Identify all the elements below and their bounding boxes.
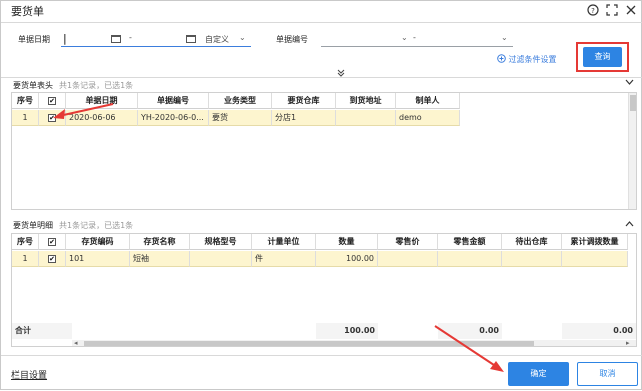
filter-divider — [1, 77, 642, 78]
column-header-select-all[interactable]: ✔ — [39, 234, 66, 250]
column-header[interactable]: 规格型号 — [190, 234, 252, 250]
header-table-scrollbar[interactable] — [628, 93, 636, 209]
row-index: 1 — [12, 251, 39, 267]
column-header[interactable]: 到货地址 — [336, 93, 396, 109]
scrollbar-thumb[interactable] — [630, 95, 636, 111]
column-header[interactable]: 零售价 — [378, 234, 438, 250]
collapse-filter-icon[interactable] — [337, 69, 345, 80]
detail-section-title: 要货单明细 共1条记录，已选1条 — [13, 220, 133, 231]
column-header[interactable]: 计量单位 — [252, 234, 316, 250]
svg-text:?: ? — [591, 7, 595, 15]
column-header[interactable]: 存货编码 — [66, 234, 130, 250]
cell-unit: 件 — [252, 251, 316, 267]
column-header[interactable]: 要货仓库 — [272, 93, 336, 109]
confirm-button[interactable]: 确定 — [508, 362, 569, 386]
cell-address — [336, 110, 396, 126]
total-row: 合计 100.00 0.00 0.00 — [12, 323, 636, 339]
calendar-icon[interactable] — [186, 35, 196, 43]
cell-quantity[interactable]: 100.00 — [316, 251, 378, 267]
column-header[interactable]: 单据编号 — [138, 93, 209, 109]
column-header[interactable]: 零售金额 — [438, 234, 502, 250]
filter-settings-link[interactable]: 过滤条件设置 — [497, 54, 557, 65]
row-select-cell[interactable]: ✔ — [39, 110, 66, 126]
scroll-right-icon[interactable]: ▸ — [626, 339, 630, 346]
header-record-count: 共1条记录，已选1条 — [59, 81, 134, 90]
table-row[interactable]: 1 ✔ 101 短袖 件 100.00 — [12, 251, 628, 267]
total-transfer: 0.00 — [562, 323, 636, 339]
header-table: 序号 ✔ 单据日期 单据编号 业务类型 要货仓库 到货地址 制单人 1 ✔ 20… — [11, 92, 637, 210]
cell-item-name: 短袖 — [130, 251, 190, 267]
row-select-cell[interactable]: ✔ — [39, 251, 66, 267]
cell-out-warehouse — [502, 251, 562, 267]
cancel-button[interactable]: 取消 — [577, 362, 638, 386]
total-amount: 0.00 — [438, 323, 502, 339]
title-bar: 要货单 ? — [1, 1, 641, 21]
scroll-left-icon[interactable]: ◂ — [74, 339, 78, 346]
code-separator: - — [413, 33, 416, 42]
detail-table: 序号 ✔ 存货编码 存货名称 规格型号 计量单位 数量 零售价 零售金额 待出仓… — [11, 233, 637, 347]
cell-transfer-qty — [562, 251, 628, 267]
row-checkbox[interactable]: ✔ — [48, 254, 56, 263]
detail-table-header-row: 序号 ✔ 存货编码 存货名称 规格型号 计量单位 数量 零售价 零售金额 待出仓… — [12, 234, 628, 250]
cell-spec — [190, 251, 252, 267]
detail-record-count: 共1条记录，已选1条 — [59, 221, 134, 230]
header-section-label: 要货单表头 — [13, 81, 53, 90]
footer-divider — [1, 355, 642, 356]
header-section-title: 要货单表头 共1条记录，已选1条 — [13, 80, 133, 91]
chevron-down-icon[interactable] — [625, 79, 634, 88]
column-header[interactable]: 序号 — [12, 93, 39, 109]
code-filter-label: 单据编号 — [276, 35, 308, 44]
cell-doc-code[interactable]: YH-2020-06-0... — [138, 110, 209, 126]
detail-table-hscrollbar[interactable]: ◂ ▸ — [72, 339, 636, 346]
chevron-up-icon[interactable] — [625, 220, 634, 229]
column-header-select-all[interactable]: ✔ — [39, 93, 66, 109]
total-label: 合计 — [12, 323, 72, 339]
column-header[interactable]: 单据日期 — [66, 93, 138, 109]
date-mode-select[interactable]: 自定义 — [205, 34, 229, 45]
dialog-window: 要货单 ? 单据日期 | - 自定义 ⌄ 单据编号 ⌄ - ⌄ 过滤条件设置 查… — [0, 0, 642, 390]
cell-retail-amount — [438, 251, 502, 267]
column-header[interactable]: 业务类型 — [209, 93, 272, 109]
select-all-checkbox[interactable]: ✔ — [48, 237, 56, 246]
detail-section-label: 要货单明细 — [13, 221, 53, 230]
close-icon[interactable] — [625, 4, 637, 16]
help-icon[interactable]: ? — [587, 4, 599, 16]
select-all-checkbox[interactable]: ✔ — [48, 96, 56, 105]
date-separator: - — [129, 33, 132, 42]
chevron-down-icon[interactable]: ⌄ — [501, 33, 508, 42]
fullscreen-icon[interactable] — [606, 4, 618, 16]
cell-doc-date: 2020-06-06 — [66, 110, 138, 126]
total-quantity: 100.00 — [316, 323, 378, 339]
query-button[interactable]: 查询 — [583, 47, 622, 67]
date-from-cursor: | — [63, 32, 67, 45]
chevron-down-icon[interactable]: ⌄ — [401, 33, 408, 42]
column-header[interactable]: 序号 — [12, 234, 39, 250]
row-checkbox[interactable]: ✔ — [48, 113, 56, 122]
column-header[interactable]: 累计调拨数量 — [562, 234, 628, 250]
filter-settings-label: 过滤条件设置 — [508, 55, 557, 64]
header-table-header-row: 序号 ✔ 单据日期 单据编号 业务类型 要货仓库 到货地址 制单人 — [12, 93, 628, 109]
table-row[interactable]: 1 ✔ 2020-06-06 YH-2020-06-0... 要货 分店1 de… — [12, 110, 460, 126]
cell-warehouse: 分店1 — [272, 110, 336, 126]
cell-biz-type: 要货 — [209, 110, 272, 126]
cell-creator: demo — [396, 110, 460, 126]
column-header[interactable]: 数量 — [316, 234, 378, 250]
cell-item-code: 101 — [66, 251, 130, 267]
cell-retail-price — [378, 251, 438, 267]
chevron-down-icon[interactable]: ⌄ — [239, 33, 246, 42]
column-settings-link[interactable]: 栏目设置 — [11, 368, 47, 381]
column-header[interactable]: 待出仓库 — [502, 234, 562, 250]
column-header[interactable]: 存货名称 — [130, 234, 190, 250]
calendar-icon[interactable] — [111, 35, 121, 43]
title-divider — [1, 22, 642, 23]
date-filter-label: 单据日期 — [18, 35, 50, 44]
column-header[interactable]: 制单人 — [396, 93, 460, 109]
row-index: 1 — [12, 110, 39, 126]
window-title: 要货单 — [11, 5, 44, 18]
date-field-underline — [61, 46, 251, 47]
scrollbar-thumb[interactable] — [84, 341, 534, 346]
add-circle-icon — [497, 54, 506, 63]
code-field-underline — [321, 46, 513, 47]
